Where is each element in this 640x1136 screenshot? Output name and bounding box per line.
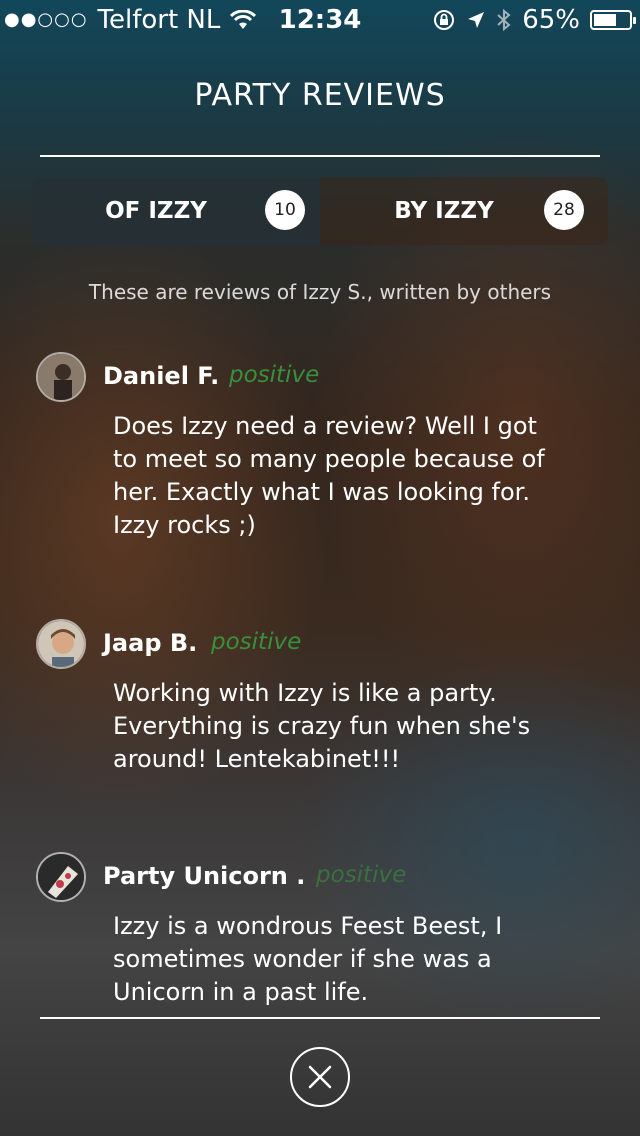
close-icon: [308, 1065, 332, 1089]
bluetooth-icon: [497, 8, 511, 32]
location-arrow-icon: [468, 12, 485, 28]
page-title: PARTY REVIEWS: [194, 78, 446, 113]
tab-by-izzy-count: 28: [544, 190, 584, 230]
reviewer-name[interactable]: Jaap B.: [103, 629, 197, 657]
battery-fill: [594, 14, 617, 26]
reviewer-name[interactable]: Daniel F.: [103, 362, 219, 390]
review-text: Izzy is a wondrous Feest Beest, I someti…: [113, 912, 503, 1006]
review-list[interactable]: Daniel F. positive Does Izzy need a revi…: [0, 340, 640, 1016]
tab-of-izzy-label: OF IZZY: [105, 198, 207, 224]
reviewer-name[interactable]: Party Unicorn .: [103, 862, 305, 890]
battery-icon: [590, 10, 636, 30]
review-tabs: OF IZZY 10 BY IZZY 28: [32, 177, 608, 245]
tab-of-izzy-count: 10: [265, 190, 305, 230]
reviews-subtitle: These are reviews of Izzy S., written by…: [88, 280, 552, 304]
avatar[interactable]: [36, 852, 86, 902]
tab-by-izzy-label: BY IZZY: [394, 198, 494, 224]
avatar[interactable]: [36, 619, 86, 669]
tab-of-izzy[interactable]: OF IZZY 10: [32, 177, 320, 245]
sentiment-label: positive: [316, 862, 407, 888]
tab-by-izzy[interactable]: BY IZZY 28: [320, 177, 608, 245]
status-right: 65%: [432, 0, 636, 40]
sentiment-label: positive: [229, 362, 320, 388]
status-bar: ●●○○○ Telfort NL 12:34 65%: [0, 0, 640, 40]
review-text: Working with Izzy is like a party. Every…: [113, 679, 531, 773]
footer-divider: [40, 1017, 600, 1019]
close-button[interactable]: [290, 1047, 350, 1107]
rotation-lock-icon: [434, 10, 455, 30]
sentiment-label: positive: [211, 629, 302, 655]
review-text: Does Izzy need a review? Well I got to m…: [113, 412, 545, 539]
header-divider: [40, 155, 600, 157]
battery-percent: 65%: [522, 5, 580, 35]
avatar[interactable]: [36, 352, 86, 402]
